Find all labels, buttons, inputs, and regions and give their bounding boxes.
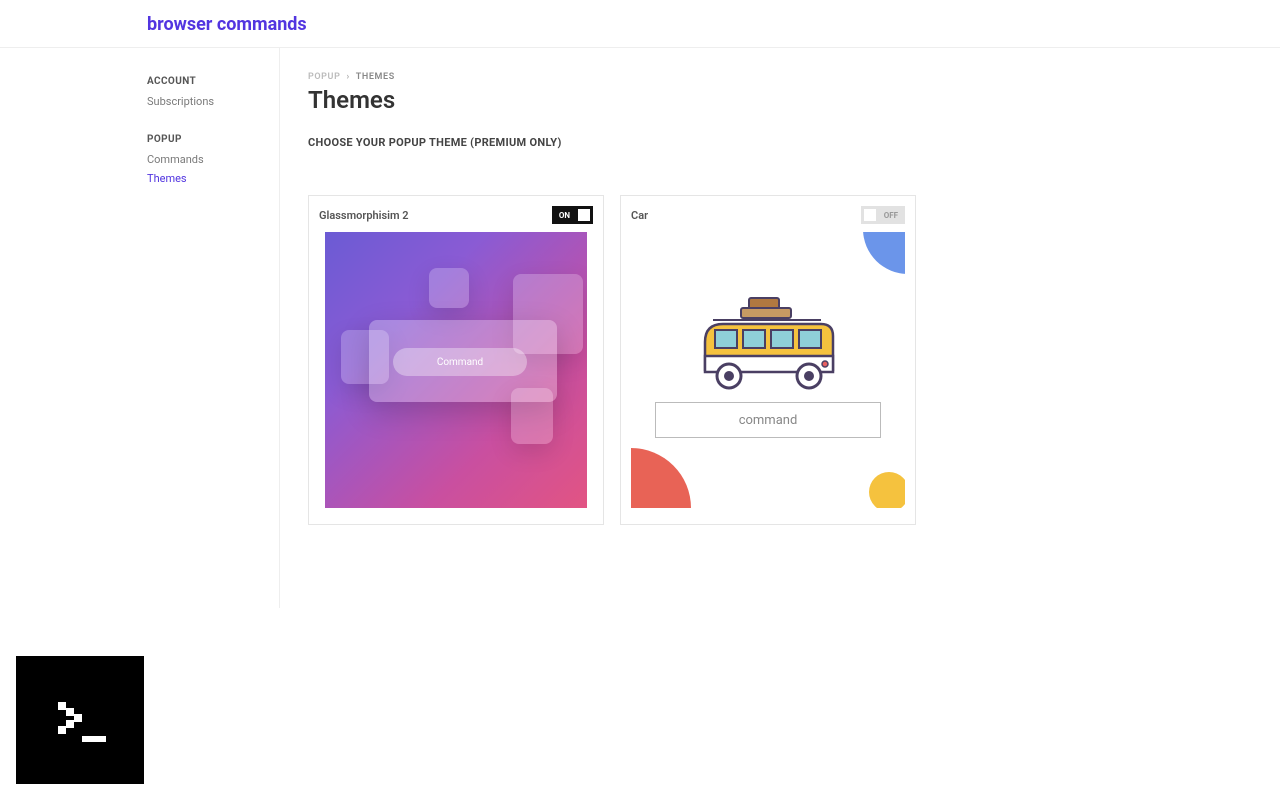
circle-accent-icon — [863, 232, 905, 274]
breadcrumb-separator: › — [346, 72, 349, 82]
theme-name: Glassmorphisim 2 — [319, 209, 409, 222]
theme-card: Glassmorphisim 2 ON Command — [308, 195, 604, 525]
app-brand[interactable]: browser commands — [147, 14, 1280, 35]
theme-preview[interactable]: Command — [325, 232, 587, 508]
theme-toggle[interactable]: OFF — [861, 206, 905, 224]
toggle-knob-icon — [578, 209, 590, 221]
glass-panel-icon — [511, 388, 553, 444]
toggle-label: ON — [553, 208, 576, 223]
theme-name: Car — [631, 209, 648, 222]
glass-panel-icon — [429, 268, 469, 308]
toggle-knob-icon — [864, 209, 876, 221]
breadcrumb-current: THEMES — [356, 72, 395, 82]
toggle-label: OFF — [878, 208, 904, 223]
extension-badge-icon[interactable] — [16, 656, 144, 784]
sidebar-section-account: ACCOUNT — [147, 76, 279, 87]
breadcrumb-parent[interactable]: POPUP — [308, 72, 340, 82]
breadcrumb: POPUP › THEMES — [308, 72, 1252, 82]
theme-toggle[interactable]: ON — [552, 206, 593, 224]
page-title: Themes — [308, 86, 1252, 114]
sidebar: ACCOUNT Subscriptions POPUP Commands The… — [0, 48, 280, 608]
van-icon — [693, 294, 843, 402]
theme-card: Car OFF — [620, 195, 916, 525]
main-content: POPUP › THEMES Themes CHOOSE YOUR POPUP … — [280, 48, 1280, 608]
theme-preview[interactable]: command — [631, 232, 905, 508]
sidebar-item-commands[interactable]: Commands — [147, 153, 279, 166]
sidebar-item-subscriptions[interactable]: Subscriptions — [147, 95, 279, 108]
sidebar-item-themes[interactable]: Themes — [147, 172, 279, 185]
circle-accent-icon — [631, 448, 691, 508]
circle-accent-icon — [869, 472, 905, 508]
preview-command-input: command — [655, 402, 881, 438]
preview-command-pill: Command — [393, 348, 527, 376]
sidebar-section-popup: POPUP — [147, 134, 279, 145]
page-subheading: CHOOSE YOUR POPUP THEME (PREMIUM ONLY) — [308, 136, 1252, 149]
